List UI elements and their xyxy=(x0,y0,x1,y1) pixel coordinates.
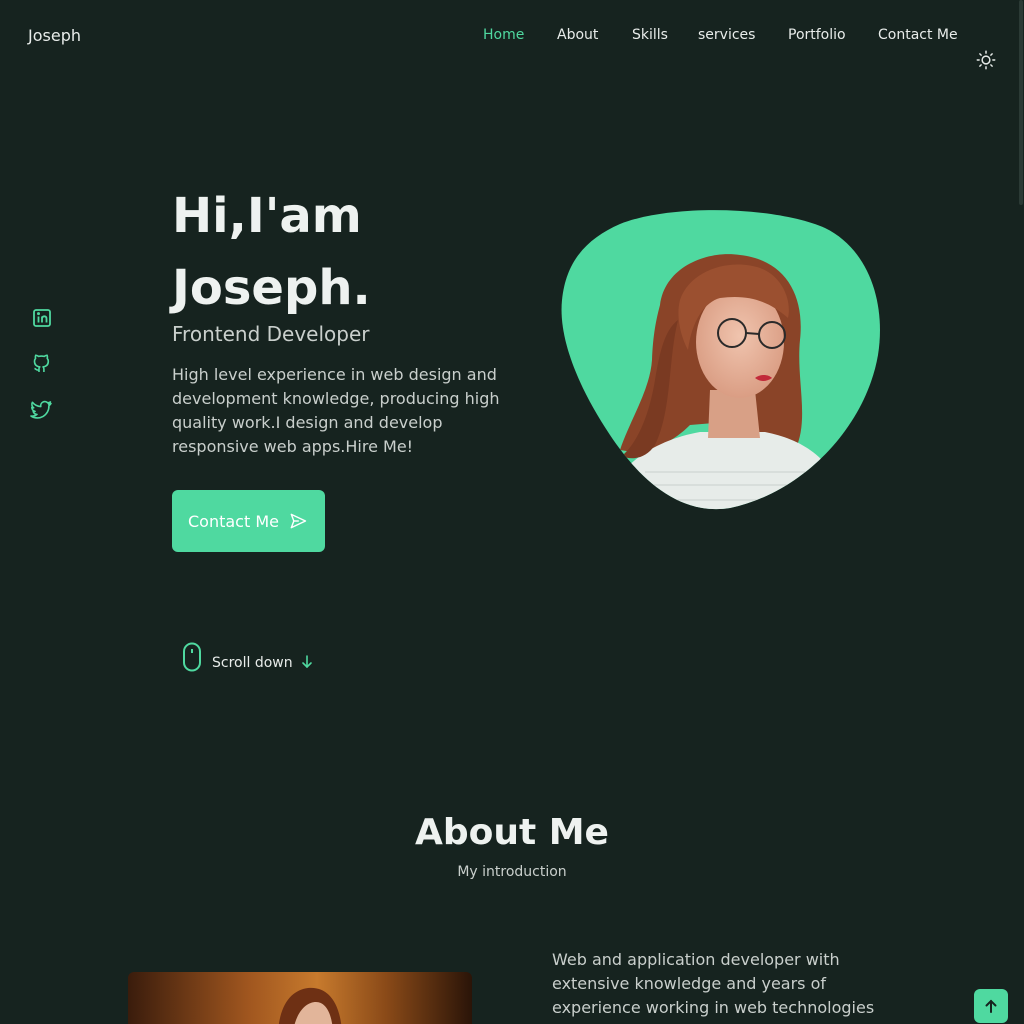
twitter-icon xyxy=(30,400,52,419)
linkedin-icon xyxy=(33,309,51,327)
mouse-icon[interactable] xyxy=(182,642,202,672)
nav-skills[interactable]: Skills xyxy=(632,27,668,43)
contact-me-button[interactable]: Contact Me xyxy=(172,490,325,552)
contact-me-label: Contact Me xyxy=(188,511,279,531)
nav-home[interactable]: Home xyxy=(483,27,524,43)
site-logo[interactable]: Joseph xyxy=(28,26,81,45)
about-profile-image xyxy=(128,972,472,1024)
nav-services[interactable]: services xyxy=(698,27,755,43)
scroll-down-link[interactable]: Scroll down xyxy=(212,655,293,671)
arrow-up-icon xyxy=(985,999,997,1013)
hero-title: Hi,I'am Joseph. xyxy=(172,180,371,324)
hero-description: High level experience in web design and … xyxy=(172,365,500,456)
hero-greeting: Hi,I'am xyxy=(172,188,362,244)
theme-toggle-button[interactable] xyxy=(975,49,997,71)
hero-subtitle: Frontend Developer xyxy=(172,322,370,346)
scroll-to-top-button[interactable] xyxy=(974,989,1008,1023)
hero-name: Joseph. xyxy=(172,260,371,316)
send-icon xyxy=(290,513,307,529)
nav-portfolio[interactable]: Portfolio xyxy=(788,27,846,43)
hero-profile-image xyxy=(561,210,880,510)
about-description: Web and application developer with exten… xyxy=(552,950,875,1024)
nav-about[interactable]: About xyxy=(557,27,598,43)
about-title: About Me xyxy=(415,812,609,853)
sun-icon xyxy=(976,50,996,70)
nav-contact[interactable]: Contact Me xyxy=(878,27,958,43)
about-subtitle: My introduction xyxy=(457,864,567,880)
github-icon xyxy=(33,354,50,372)
scrollbar-thumb[interactable] xyxy=(1019,0,1023,205)
github-link[interactable] xyxy=(30,352,54,376)
twitter-link[interactable] xyxy=(30,398,54,422)
arrow-down-icon xyxy=(302,655,312,669)
linkedin-link[interactable] xyxy=(30,306,54,330)
